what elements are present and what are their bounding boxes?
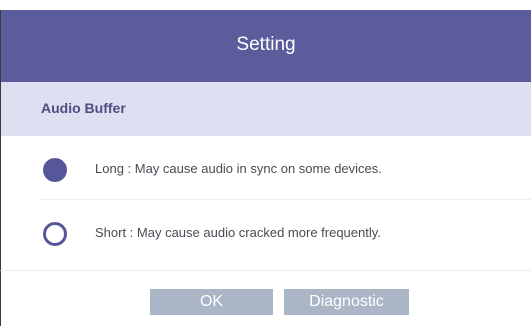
dialog-footer: OK Diagnostic bbox=[0, 270, 531, 326]
option-short-label: Short : May cause audio cracked more fre… bbox=[95, 225, 381, 240]
dialog-title: Setting bbox=[236, 34, 296, 55]
option-long-label: Long : May cause audio in sync on some d… bbox=[95, 161, 382, 176]
section-title: Audio Buffer bbox=[41, 100, 126, 116]
ok-button[interactable]: OK bbox=[150, 289, 273, 315]
radio-short-unselected[interactable] bbox=[43, 222, 67, 246]
settings-dialog: Setting Audio Buffer Long : May cause au… bbox=[0, 0, 531, 326]
audio-buffer-section-header: Audio Buffer bbox=[0, 82, 531, 136]
option-long[interactable]: Long : May cause audio in sync on some d… bbox=[1, 136, 531, 200]
audio-buffer-options: Long : May cause audio in sync on some d… bbox=[0, 136, 531, 270]
radio-long-selected[interactable] bbox=[43, 158, 67, 182]
diagnostic-button[interactable]: Diagnostic bbox=[284, 289, 409, 315]
title-bar: Setting bbox=[0, 10, 531, 82]
option-short[interactable]: Short : May cause audio cracked more fre… bbox=[1, 200, 531, 264]
